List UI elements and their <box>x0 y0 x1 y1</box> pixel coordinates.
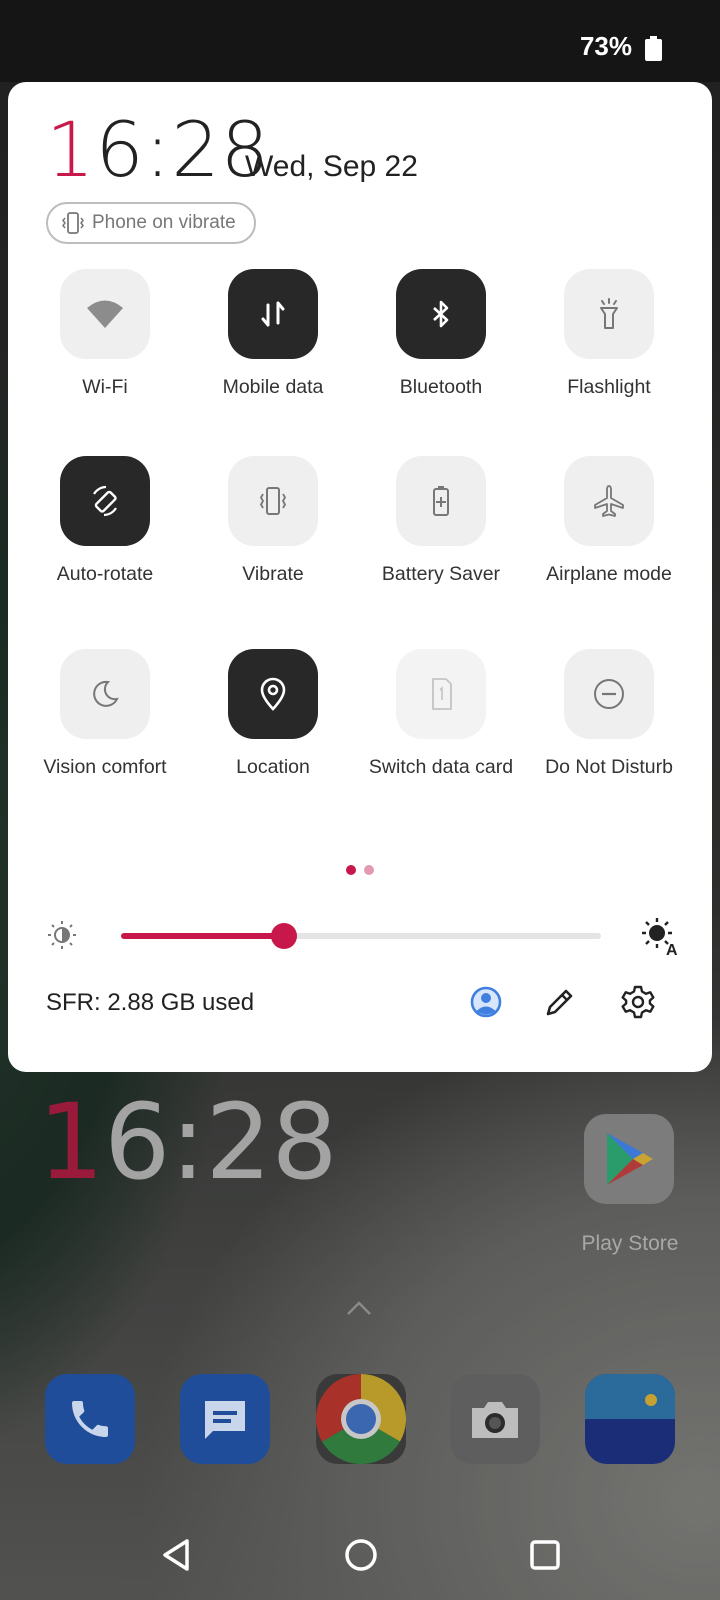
tile-airplane-mode[interactable]: Airplane mode <box>524 456 694 606</box>
tile-label: Switch data card <box>368 756 514 778</box>
tile-label: Mobile data <box>222 376 324 398</box>
brightness-slider-thumb[interactable] <box>271 923 298 949</box>
tile-location-button[interactable] <box>228 649 318 739</box>
tile-vibrate[interactable]: Vibrate <box>188 456 358 606</box>
messages-icon <box>205 1401 245 1439</box>
tile-label: Vision comfort <box>43 756 167 778</box>
tile-do-not-disturb[interactable]: Do Not Disturb <box>524 649 694 799</box>
auto-rotate-icon <box>93 485 117 517</box>
tile-wifi-button[interactable] <box>60 269 150 359</box>
home-clock[interactable]: 16:28 <box>38 1090 338 1194</box>
tile-vibrate-button[interactable] <box>228 456 318 546</box>
panel-date[interactable]: Wed, Sep 22 <box>245 150 418 184</box>
dock-chrome[interactable] <box>316 1374 406 1464</box>
airplane-icon <box>594 485 624 517</box>
vibrate-icon <box>62 212 84 234</box>
do-not-disturb-icon <box>594 679 624 709</box>
chrome-icon <box>316 1374 406 1464</box>
recents-icon <box>530 1540 560 1570</box>
flashlight-icon <box>600 298 618 329</box>
quick-settings-panel: 16:28 Wed, Sep 22 Phone on vibrate Wi-Fi… <box>8 82 712 1072</box>
data-usage-label[interactable]: SFR: 2.88 GB used <box>46 989 254 1017</box>
tile-bluetooth-button[interactable] <box>396 269 486 359</box>
brightness-slider-fill <box>121 933 285 939</box>
tile-vision-comfort[interactable]: Vision comfort <box>20 649 190 799</box>
tile-label: Bluetooth <box>399 376 483 398</box>
panel-clock[interactable]: 16:28 <box>46 112 270 188</box>
tile-label: Wi-Fi <box>82 376 128 398</box>
location-pin-icon <box>260 677 286 711</box>
settings-button[interactable] <box>618 982 658 1022</box>
ringer-mode-chip[interactable]: Phone on vibrate <box>46 202 256 244</box>
brightness-slider[interactable] <box>121 923 601 949</box>
battery-saver-icon <box>433 486 449 516</box>
gallery-icon <box>585 1374 675 1419</box>
mobile-data-icon <box>261 301 285 327</box>
home-button[interactable] <box>338 1532 384 1578</box>
vibrate-icon <box>259 487 287 515</box>
play-store-label: Play Store <box>581 1232 679 1255</box>
page-dot[interactable] <box>364 865 374 875</box>
moon-icon <box>93 680 119 707</box>
battery-icon <box>645 36 662 61</box>
page-indicator <box>8 865 712 875</box>
tile-label: Auto-rotate <box>56 563 154 585</box>
tile-location[interactable]: Location <box>188 649 358 799</box>
tile-auto-rotate-button[interactable] <box>60 456 150 546</box>
tile-bluetooth[interactable]: Bluetooth <box>356 269 526 419</box>
dock-messages[interactable] <box>180 1374 270 1464</box>
recents-button[interactable] <box>522 1532 568 1578</box>
tile-vision-comfort-button[interactable] <box>60 649 150 739</box>
camera-icon <box>472 1402 518 1438</box>
settings-gear-icon <box>621 985 655 1019</box>
tile-mobile-data[interactable]: Mobile data <box>188 269 358 419</box>
page-dot-active <box>346 865 356 875</box>
tile-battery-saver[interactable]: Battery Saver <box>356 456 526 606</box>
brightness-low-icon <box>48 921 76 949</box>
dock-gallery[interactable] <box>585 1374 675 1464</box>
user-account-icon <box>470 986 502 1018</box>
tile-do-not-disturb-button[interactable] <box>564 649 654 739</box>
bluetooth-icon <box>433 300 449 328</box>
phone-icon <box>72 1401 108 1437</box>
play-store-app[interactable] <box>584 1114 674 1204</box>
dock-camera[interactable] <box>450 1374 540 1464</box>
tile-auto-rotate[interactable]: Auto-rotate <box>20 456 190 606</box>
tile-flashlight[interactable]: Flashlight <box>524 269 694 419</box>
back-icon <box>163 1539 189 1571</box>
edit-tiles-button[interactable] <box>540 982 580 1022</box>
status-bar: 73% <box>0 0 720 82</box>
tile-flashlight-button[interactable] <box>564 269 654 359</box>
tile-label: Airplane mode <box>546 563 672 585</box>
wifi-icon <box>87 300 123 328</box>
edit-pencil-icon <box>546 989 573 1016</box>
tile-label: Battery Saver <box>381 563 501 585</box>
tile-battery-saver-button[interactable] <box>396 456 486 546</box>
tile-switch-data-card-button[interactable] <box>396 649 486 739</box>
back-button[interactable] <box>154 1532 200 1578</box>
tile-mobile-data-button[interactable] <box>228 269 318 359</box>
tile-switch-data-card[interactable]: Switch data card <box>356 649 526 799</box>
svg-text:A: A <box>666 942 678 956</box>
play-store-icon <box>607 1133 653 1185</box>
tile-airplane-mode-button[interactable] <box>564 456 654 546</box>
dock-phone[interactable] <box>45 1374 135 1464</box>
auto-brightness-icon[interactable]: A <box>640 916 680 956</box>
ringer-mode-label: Phone on vibrate <box>92 212 236 233</box>
tile-label: Do Not Disturb <box>545 756 673 778</box>
navigation-bar <box>0 1510 720 1600</box>
chevron-up-icon[interactable] <box>346 1300 372 1316</box>
tile-label: Vibrate <box>242 563 304 585</box>
user-account-button[interactable] <box>466 982 506 1022</box>
sim-card-icon <box>432 678 452 710</box>
battery-percent: 73% <box>579 31 632 61</box>
tile-wifi[interactable]: Wi-Fi <box>20 269 190 419</box>
tile-label: Location <box>236 756 310 778</box>
home-icon <box>345 1539 377 1571</box>
tile-label: Flashlight <box>567 376 651 398</box>
